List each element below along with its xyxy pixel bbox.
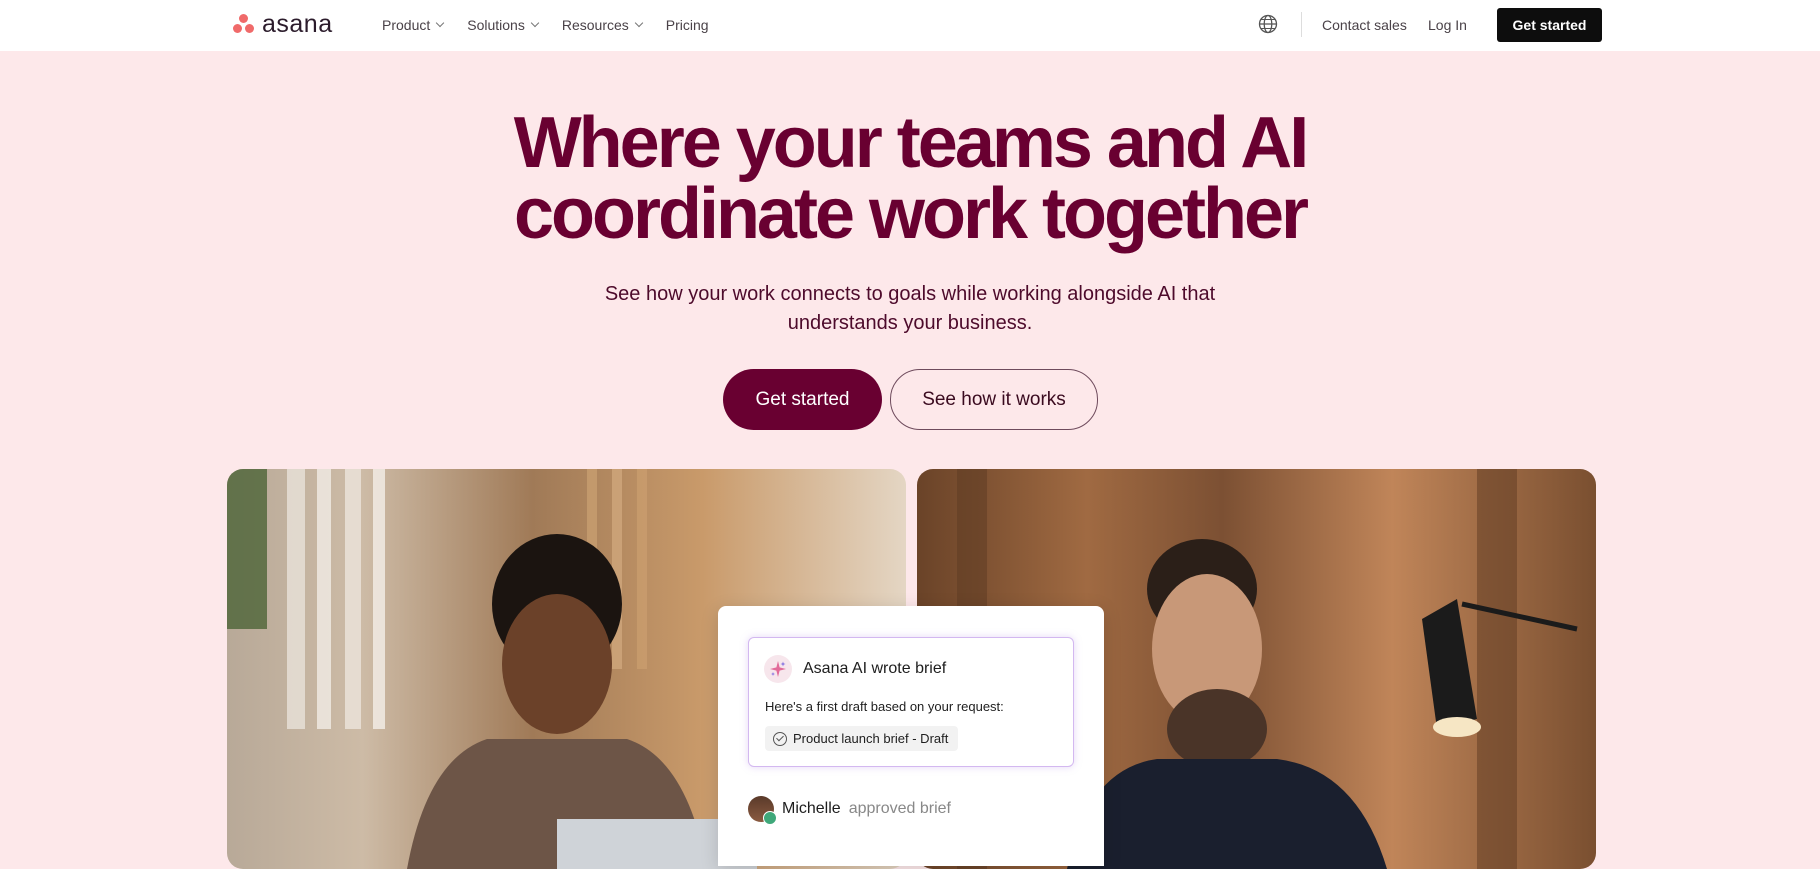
brief-title: Asana AI wrote brief (803, 660, 947, 677)
globe-icon[interactable] (1258, 14, 1278, 34)
nav-product-label: Product (382, 17, 431, 33)
nav-solutions-label: Solutions (467, 17, 525, 33)
contact-sales-link[interactable]: Contact sales (1322, 17, 1407, 33)
ai-brief-panel[interactable]: Asana AI wrote brief Here's a first draf… (748, 637, 1074, 767)
brand-name: asana (262, 10, 333, 38)
hero-title-line-2: coordinate work together (513, 174, 1309, 254)
nav-product[interactable]: Product (382, 17, 445, 33)
main-menu: Product Solutions Resources Pricing (382, 17, 709, 33)
hero-title: Where your teams and AI coordinate work … (0, 107, 1820, 250)
document-chip[interactable]: Product launch brief - Draft (765, 726, 959, 751)
nav-divider (1301, 12, 1302, 37)
see-how-it-works-button[interactable]: See how it works (890, 369, 1098, 430)
chevron-down-icon (436, 18, 445, 28)
asana-logo-icon (232, 12, 256, 36)
approval-row: Michelle approved brief (748, 796, 951, 825)
nav-get-started-button[interactable]: Get started (1497, 8, 1602, 42)
hero-subtitle: See how your work connects to goals whil… (590, 280, 1230, 338)
sparkle-icon (764, 655, 792, 683)
hero-get-started-button[interactable]: Get started (723, 369, 882, 430)
hero-title-line-1: Where your teams and AI (513, 103, 1310, 183)
asana-logo[interactable]: asana (232, 10, 333, 38)
nav-resources[interactable]: Resources (561, 17, 644, 33)
chevron-down-icon (530, 18, 540, 28)
approved-check-icon (763, 811, 777, 825)
nav-pricing[interactable]: Pricing (666, 17, 709, 33)
hero-subtitle-line-2: understands your business. (787, 312, 1033, 334)
log-in-link[interactable]: Log In (1428, 17, 1467, 33)
nav-resources-label: Resources (561, 17, 629, 33)
brief-body: Here's a first draft based on your reque… (765, 699, 1004, 714)
hero-subtitle-line-1: See how your work connects to goals whil… (604, 283, 1216, 305)
ai-activity-card: Asana AI wrote brief Here's a first draf… (718, 606, 1104, 866)
top-navigation-bar: asana Product Solutions Resources Pricin… (0, 0, 1820, 51)
approval-status: approved brief (848, 800, 951, 817)
chevron-down-icon (634, 18, 644, 28)
check-circle-icon (773, 731, 787, 746)
approver-name: Michelle (782, 800, 841, 817)
nav-solutions[interactable]: Solutions (467, 17, 540, 33)
document-chip-label: Product launch brief - Draft (793, 731, 949, 746)
avatar (748, 796, 777, 825)
nav-pricing-label: Pricing (665, 17, 709, 33)
